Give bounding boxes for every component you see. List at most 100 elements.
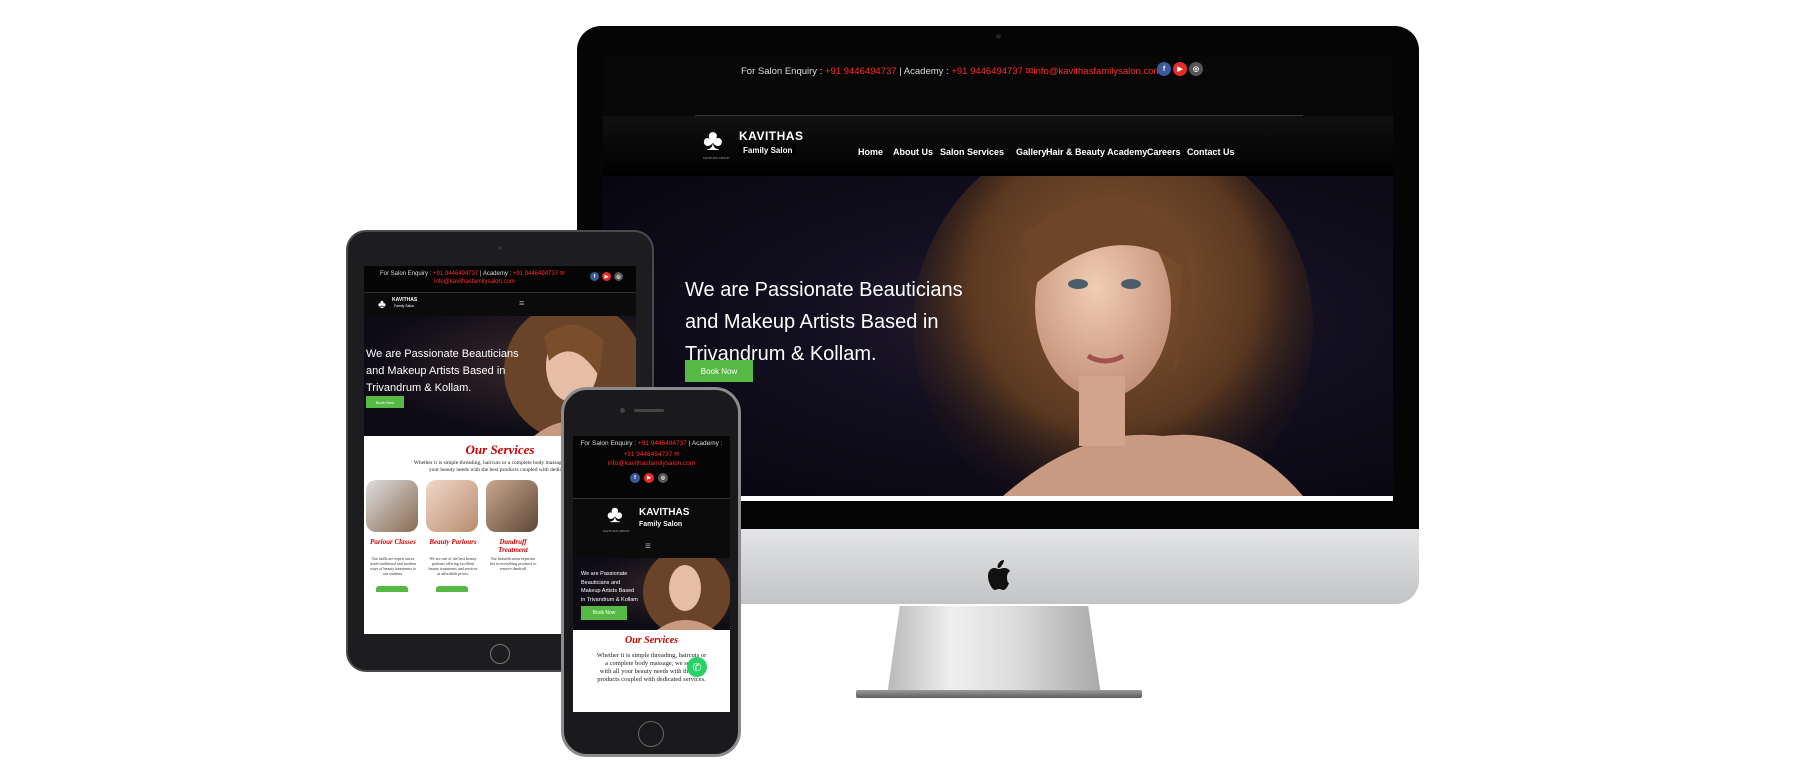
tablet-navbar: ♣ KAVITHAS Family Salon ≡ (364, 292, 636, 317)
service-description: We are one of the best beauty parlours o… (428, 556, 478, 576)
contact-prefix: For Salon Enquiry : (741, 66, 823, 77)
service-image (366, 480, 418, 532)
hero-model-image (643, 558, 730, 630)
service-button[interactable] (376, 586, 408, 592)
logo-subtitle: Family Salon (639, 521, 683, 528)
imac-stand (887, 606, 1101, 696)
academy-phone-link[interactable]: +91 9446494737 (513, 271, 558, 277)
desktop-topbar: For Salon Enquiry : +91 9446494737 | Aca… (603, 56, 1393, 116)
phone-home-button (638, 721, 664, 747)
desktop-contact-line: For Salon Enquiry : +91 9446494737 | Aca… (741, 66, 1161, 77)
academy-label: | Academy : (479, 271, 512, 277)
phone-contact-line-2: +91 9446494737 ✉ (573, 450, 730, 458)
phone-screen: For Salon Enquiry : +91 9446494737 | Aca… (573, 436, 730, 712)
service-name[interactable]: Parlour Classes (364, 538, 422, 546)
phone-services-section: Our Services Whether it is simple thread… (573, 630, 730, 712)
clover-logo-icon: ♣ (607, 501, 623, 528)
facebook-icon[interactable]: f (630, 473, 640, 483)
logo-title: KAVITHAS (639, 507, 690, 518)
email-link[interactable]: info@kavithasfamilysalon.com (434, 279, 515, 285)
logo-group: KAVITHAS GROUP (603, 529, 630, 533)
logo-title: KAVITHAS (739, 129, 804, 143)
book-now-button[interactable]: Book Now (581, 606, 627, 620)
tablet-topbar: For Salon Enquiry : +91 9446494737 | Aca… (364, 266, 636, 292)
nav-salon-services[interactable]: Salon Services (940, 147, 1004, 157)
mail-icon: ✉ (559, 271, 565, 277)
instagram-icon[interactable]: ◎ (658, 473, 668, 483)
service-name[interactable]: Beauty Parlours (424, 538, 482, 546)
logo-title: KAVITHAS (392, 297, 418, 303)
tablet-contact-line: For Salon Enquiry : +91 9446494737 | Aca… (380, 270, 565, 277)
apple-logo-icon (988, 560, 1010, 590)
book-now-button[interactable]: Book Now (366, 396, 404, 408)
email-link[interactable]: info@kavithasfamilysalon.com (573, 460, 730, 467)
imac-camera (996, 34, 1001, 39)
academy-phone-link[interactable]: +91 9446494737 (623, 451, 672, 458)
nav-about-us[interactable]: About Us (893, 147, 933, 157)
hero-line-3: Makeup Artists Based (581, 588, 635, 594)
logo-subtitle: Family Salon (739, 145, 797, 156)
service-description: Our beautification expertise lies in eve… (489, 556, 537, 571)
phone-contact-line-1: For Salon Enquiry : +91 9446494737 | Aca… (573, 440, 730, 447)
phone-hero: We are Passionate Beauticians and Makeup… (573, 558, 730, 630)
imac-foot (856, 690, 1142, 698)
tablet-home-button (490, 644, 510, 664)
academy-label: | Academy : (899, 66, 949, 77)
hero-line-1: We are Passionate (581, 571, 628, 577)
tablet-hero-heading: We are Passionate Beauticians and Makeup… (366, 346, 519, 397)
hero-line-1: We are Passionate Beauticians (366, 348, 519, 360)
service-image (426, 480, 478, 532)
phone-topbar: For Salon Enquiry : +91 9446494737 | Aca… (573, 436, 730, 498)
phone-speaker (634, 409, 664, 412)
facebook-icon[interactable]: f (1157, 62, 1171, 76)
services-intro-4: products coupled with dedicated services… (597, 676, 706, 683)
hamburger-menu-icon[interactable]: ≡ (645, 541, 651, 552)
nav-gallery[interactable]: Gallery (1016, 147, 1047, 157)
instagram-icon[interactable]: ◎ (1189, 62, 1203, 76)
academy-label: | Academy : (688, 440, 723, 447)
hero-line-2: Beauticians and (581, 579, 621, 586)
service-description: Our skills are expert tutors teach tradi… (370, 556, 416, 576)
hero-line-1: We are Passionate Beauticians (685, 279, 963, 301)
clover-logo-icon: ♣ (378, 297, 386, 311)
hero-line-2: and Makeup Artists Based in (366, 365, 506, 377)
services-intro-1: Whether it is simple threading, haircuts… (596, 652, 707, 659)
clover-logo-icon: ♣ (703, 124, 723, 157)
nav-academy[interactable]: Hair & Beauty Academy (1046, 147, 1147, 157)
academy-phone-link[interactable]: +91 9446494737 (951, 66, 1023, 77)
salon-phone-link[interactable]: +91 9446494737 (825, 66, 897, 77)
hamburger-menu-icon[interactable]: ≡ (519, 298, 524, 308)
salon-phone-link[interactable]: +91 9446494737 (433, 271, 478, 277)
phone-device: For Salon Enquiry : +91 9446494737 | Aca… (561, 387, 741, 757)
youtube-icon[interactable]: ▶ (1173, 62, 1187, 76)
facebook-icon[interactable]: f (590, 272, 599, 281)
youtube-icon[interactable]: ▶ (644, 473, 654, 483)
logo-subtitle: Family Salon (394, 304, 415, 308)
whatsapp-icon[interactable]: ✆ (687, 657, 707, 677)
service-name[interactable]: Dandruff Treatment (484, 538, 542, 554)
service-image (486, 480, 538, 532)
youtube-icon[interactable]: ▶ (602, 272, 611, 281)
nav-contact-us[interactable]: Contact Us (1187, 147, 1235, 157)
mail-icon: ✉ (674, 451, 680, 458)
email-link[interactable]: info@kavithasfamilysalon.com (1034, 66, 1162, 77)
tablet-camera (498, 246, 502, 250)
salon-phone-link[interactable]: +91 9446494737 (638, 440, 687, 447)
mail-icon: ✉ (1025, 66, 1034, 77)
contact-prefix: For Salon Enquiry : (380, 271, 432, 277)
nav-home[interactable]: Home (858, 147, 883, 157)
phone-camera (620, 408, 625, 413)
services-title: Our Services (624, 635, 679, 646)
nav-careers[interactable]: Careers (1147, 147, 1181, 157)
desktop-navbar: ♣ KAVITHAS GROUP KAVITHAS Family Salon H… (603, 116, 1393, 176)
phone-navbar: ♣ KAVITHAS GROUP KAVITHAS Family Salon ≡ (573, 498, 730, 559)
hero-heading: We are Passionate Beauticians and Makeup… (685, 274, 985, 370)
service-button[interactable] (436, 586, 468, 592)
contact-prefix: For Salon Enquiry : (580, 440, 637, 447)
book-now-button[interactable]: Book Now (685, 360, 753, 382)
hero-line-3: Trivandrum & Kollam. (366, 382, 472, 394)
hero-line-2: and Makeup Artists Based in (685, 311, 939, 333)
instagram-icon[interactable]: ◎ (614, 272, 623, 281)
logo-group: KAVITHAS GROUP (703, 156, 730, 160)
phone-hero-heading: We are Passionate Beauticians and Makeup… (581, 570, 638, 604)
